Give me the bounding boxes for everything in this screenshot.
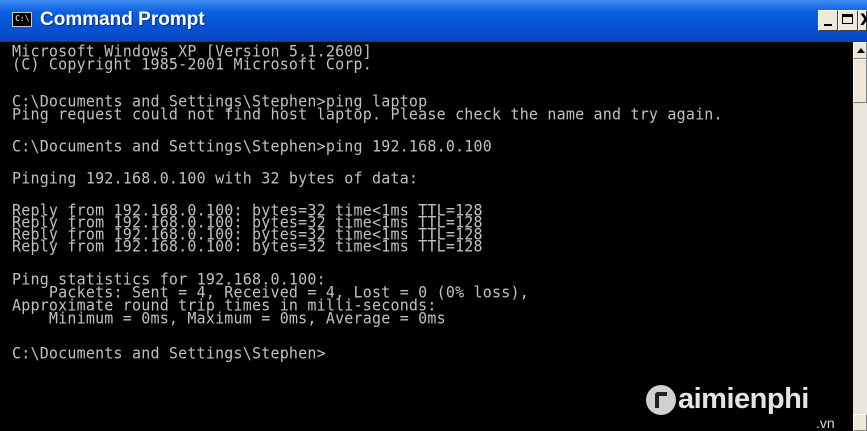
command-prompt-window: C:\ Command Prompt X Microsoft Windows X… [0, 0, 867, 431]
console-line: Minimum = 0ms, Maximum = 0ms, Average = … [12, 308, 446, 328]
watermark-brand: aimienphi [678, 383, 809, 415]
close-icon: X [860, 10, 867, 29]
command-prompt-line: C:\Documents and Settings\Stephen> [12, 343, 326, 363]
scroll-up-button[interactable] [853, 42, 867, 59]
watermark-logo-icon [646, 385, 676, 415]
console-icon[interactable]: C:\ [12, 12, 32, 27]
title-bar[interactable]: C:\ Command Prompt X [0, 0, 867, 42]
watermark-suffix: .vn [816, 415, 835, 431]
console-line: Pinging 192.168.0.100 with 32 bytes of d… [12, 168, 419, 188]
console-output[interactable]: Microsoft Windows XP [Version 5.1.2600] … [8, 44, 848, 431]
console-line: C:\Documents and Settings\Stephen>ping 1… [12, 136, 492, 156]
watermark: aimienphi .vn [646, 381, 856, 431]
scroll-thumb[interactable] [853, 59, 867, 103]
maximize-button[interactable] [838, 10, 858, 31]
window-title: Command Prompt [40, 9, 205, 30]
console-line: Ping request could not find host laptop.… [12, 104, 723, 124]
minimize-button[interactable] [818, 10, 838, 31]
console-line: (C) Copyright 1985-2001 Microsoft Corp. [12, 54, 372, 74]
vertical-scrollbar[interactable] [853, 42, 867, 431]
close-button[interactable]: X [858, 10, 867, 31]
console-icon-glyph: C:\ [15, 14, 30, 23]
console-line: Reply from 192.168.0.100: bytes=32 time<… [12, 236, 483, 256]
